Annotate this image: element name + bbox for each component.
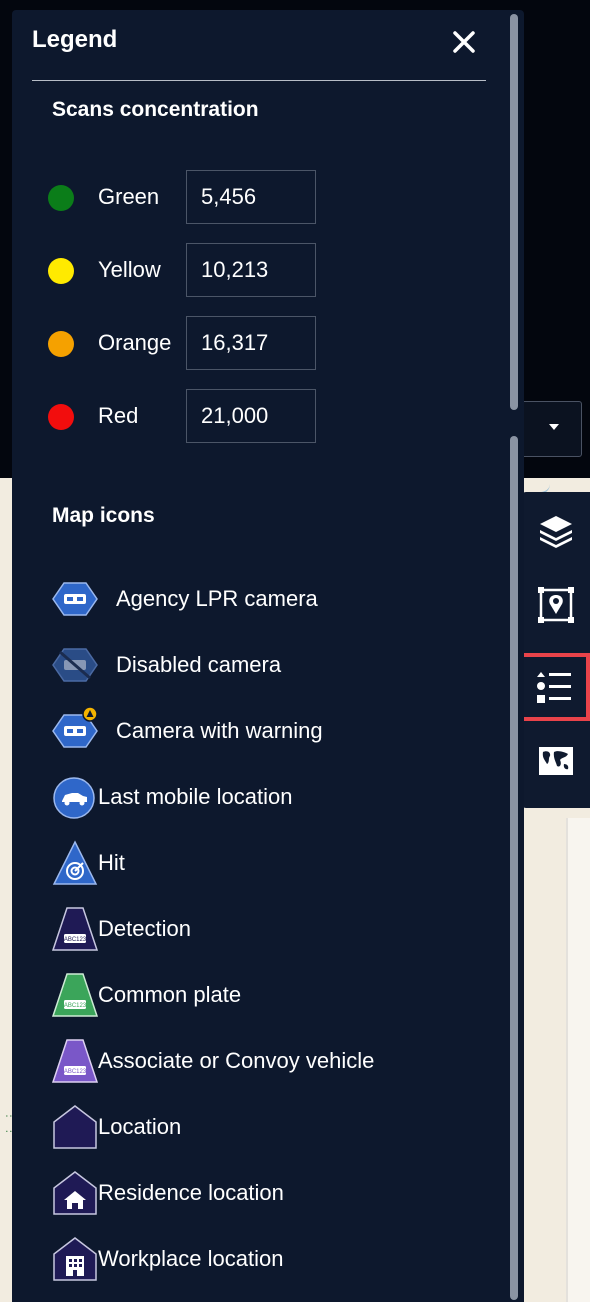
orange-dot-icon bbox=[48, 331, 74, 357]
location-icon bbox=[53, 1105, 97, 1149]
legend-item-label: Detection bbox=[98, 916, 191, 941]
legend-item: Location bbox=[50, 1102, 490, 1152]
disabled-camera-icon bbox=[52, 648, 98, 682]
legend-panel: Legend Scans concentration Green Yellow … bbox=[12, 10, 524, 1302]
legend-item-label: Associate or Convoy vehicle bbox=[98, 1048, 375, 1073]
legend-item: Agency LPR camera bbox=[50, 574, 490, 624]
legend-item-label: Residence location bbox=[98, 1180, 284, 1205]
convoy-vehicle-icon: ABC123 bbox=[51, 1039, 99, 1083]
scan-row-red: Red bbox=[48, 389, 348, 445]
legend-item: Hit bbox=[50, 838, 490, 888]
world-map-button[interactable] bbox=[522, 728, 590, 794]
legend-list-icon bbox=[537, 672, 571, 703]
close-icon bbox=[453, 31, 475, 53]
legend-item: ABC123 Associate or Convoy vehicle bbox=[50, 1036, 490, 1086]
map-icons-section-title: Map icons bbox=[52, 504, 155, 527]
yellow-threshold-input[interactable] bbox=[186, 243, 316, 297]
legend-item: Residence location bbox=[50, 1168, 490, 1218]
workplace-location-icon bbox=[53, 1237, 97, 1281]
legend-item: Disabled camera bbox=[50, 640, 490, 690]
legend-item: Last mobile location bbox=[50, 772, 490, 822]
common-plate-icon: ABC123 bbox=[51, 973, 99, 1017]
scrollbar-thumb-top[interactable] bbox=[510, 14, 518, 410]
red-dot-icon bbox=[48, 404, 74, 430]
residence-location-icon bbox=[53, 1171, 97, 1215]
svg-text:ABC123: ABC123 bbox=[64, 1069, 87, 1075]
panel-title: Legend bbox=[32, 26, 118, 53]
legend-item: Workplace location bbox=[50, 1234, 490, 1284]
legend-item-label: Camera with warning bbox=[116, 718, 323, 743]
svg-text:ABC123: ABC123 bbox=[64, 1003, 87, 1009]
detection-icon: ABC123 bbox=[51, 907, 99, 951]
scan-label: Yellow bbox=[98, 257, 161, 282]
legend-item: ABC123 Detection bbox=[50, 904, 490, 954]
legend-item: ABC123 Common plate bbox=[50, 970, 490, 1020]
map-toolbar bbox=[520, 492, 590, 808]
legend-button[interactable] bbox=[520, 653, 590, 721]
legend-item-label: Hit bbox=[98, 850, 125, 875]
scrollbar-thumb[interactable] bbox=[510, 436, 518, 1300]
scan-row-green: Green bbox=[48, 170, 348, 226]
caret-down-icon bbox=[549, 424, 559, 430]
legend-item-label: Workplace location bbox=[98, 1246, 284, 1271]
scan-row-yellow: Yellow bbox=[48, 243, 348, 299]
hit-icon bbox=[52, 840, 98, 885]
agency-lpr-camera-icon bbox=[52, 582, 98, 616]
world-map-icon bbox=[539, 747, 573, 775]
legend-item-label: Location bbox=[98, 1114, 182, 1139]
scan-label: Green bbox=[98, 184, 160, 209]
layers-icon bbox=[540, 516, 572, 548]
legend-item-label: Common plate bbox=[98, 982, 242, 1007]
svg-text:ABC123: ABC123 bbox=[64, 937, 87, 943]
scan-row-orange: Orange bbox=[48, 316, 348, 372]
legend-header: Legend bbox=[32, 10, 486, 81]
scans-section-title: Scans concentration bbox=[52, 98, 259, 121]
layers-button[interactable] bbox=[522, 498, 590, 564]
green-threshold-input[interactable] bbox=[186, 170, 316, 224]
scan-label: Red bbox=[98, 403, 139, 428]
map-pin-frame-button[interactable] bbox=[522, 572, 590, 638]
green-dot-icon bbox=[48, 185, 74, 211]
legend-item-label: Last mobile location bbox=[98, 784, 293, 809]
scan-label: Orange bbox=[98, 330, 172, 355]
legend-item-label: Agency LPR camera bbox=[116, 586, 318, 611]
mobile-location-icon bbox=[53, 777, 95, 819]
orange-threshold-input[interactable] bbox=[186, 316, 316, 370]
red-threshold-input[interactable] bbox=[186, 389, 316, 443]
legend-item: Camera with warning bbox=[50, 706, 490, 756]
camera-warning-icon bbox=[52, 706, 98, 748]
legend-item-label: Disabled camera bbox=[116, 652, 282, 677]
map-pin-frame-icon bbox=[538, 587, 574, 623]
map-road bbox=[566, 818, 590, 1302]
legend-scrollbar[interactable] bbox=[510, 14, 518, 1300]
yellow-dot-icon bbox=[48, 258, 74, 284]
close-button[interactable] bbox=[442, 20, 486, 64]
